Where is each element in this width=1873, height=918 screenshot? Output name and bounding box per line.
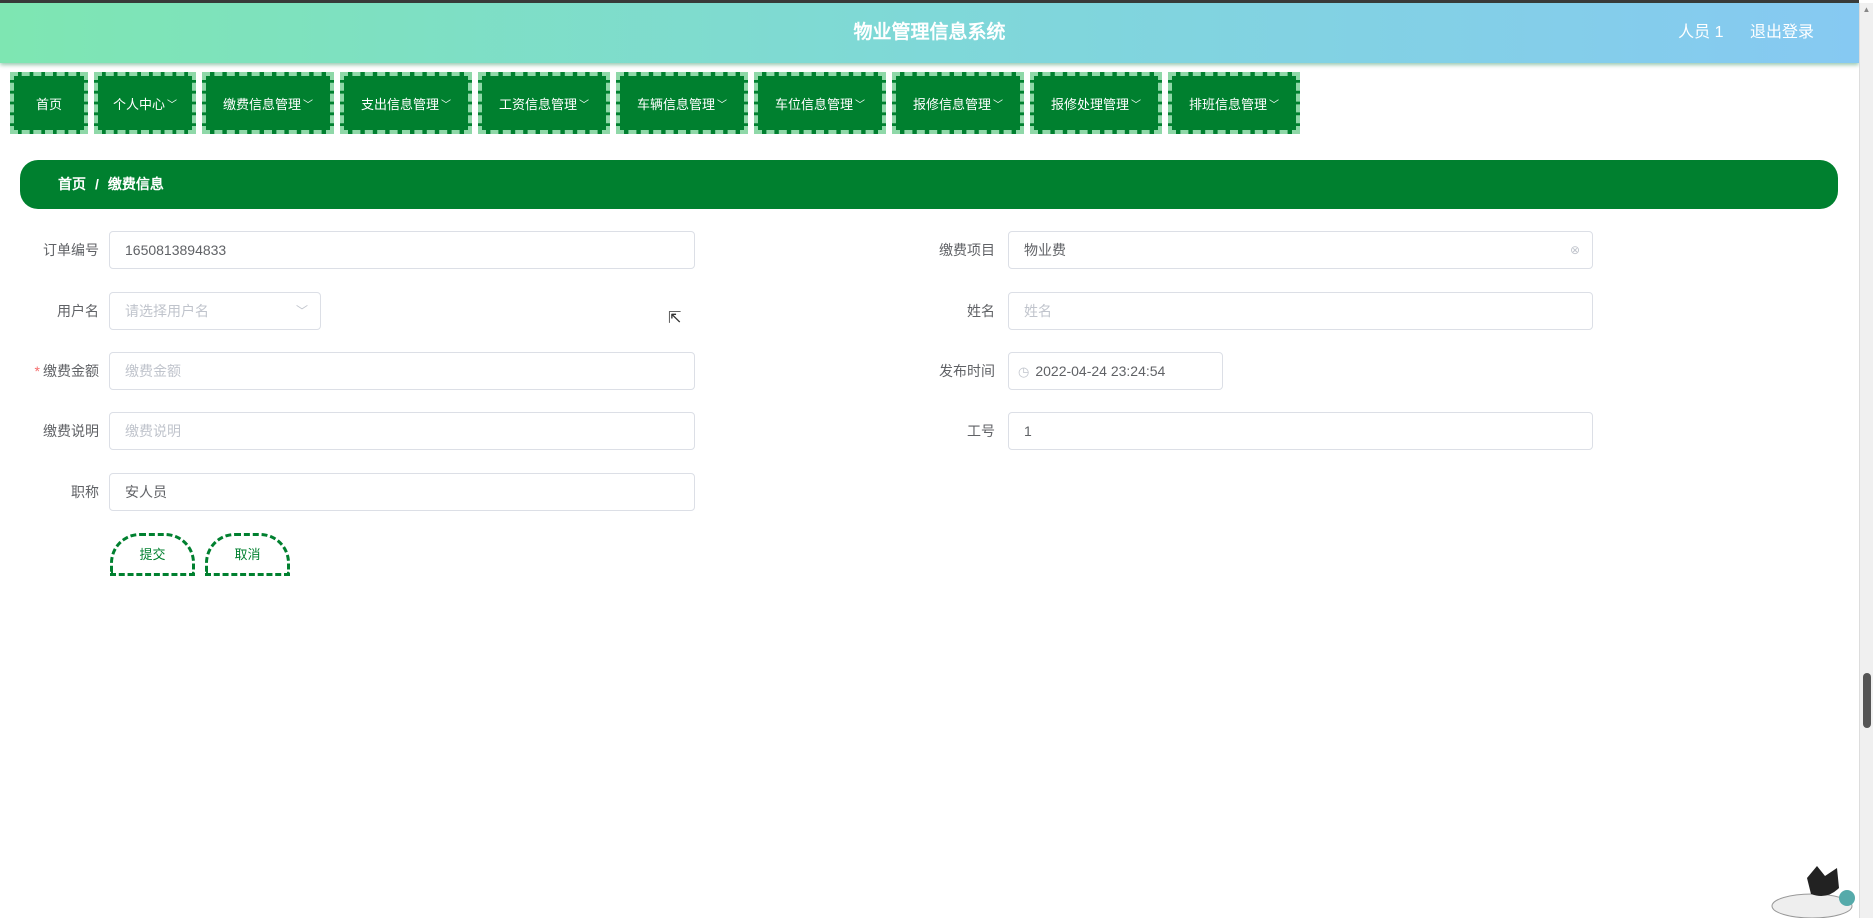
nav-label: 支出信息管理 bbox=[360, 96, 439, 112]
title-value: 安人员 bbox=[125, 484, 167, 500]
amount-label-text: 缴费金额 bbox=[43, 363, 99, 379]
nav-label: 车位信息管理 bbox=[774, 96, 853, 112]
name-placeholder: 姓名 bbox=[1024, 303, 1052, 319]
item-label: 缴费项目 bbox=[939, 242, 995, 258]
nav-label: 首页 bbox=[35, 96, 62, 112]
submit-button[interactable]: 提交 bbox=[110, 533, 195, 576]
required-mark: * bbox=[34, 363, 40, 379]
order-no-input[interactable]: 1650813894833 bbox=[109, 231, 695, 269]
logout-link[interactable]: 退出登录 bbox=[1750, 24, 1814, 41]
scrollbar-thumb[interactable] bbox=[1863, 673, 1871, 728]
nav-label: 工资信息管理 bbox=[498, 96, 577, 112]
breadcrumb-current: 缴费信息 bbox=[107, 176, 164, 192]
name-label: 姓名 bbox=[967, 303, 995, 319]
chevron-down-icon: ﹀ bbox=[167, 99, 177, 111]
nav-schedule-info[interactable]: 排班信息管理 ﹀ bbox=[1168, 72, 1300, 134]
chevron-down-icon: ﹀ bbox=[441, 99, 451, 111]
username-placeholder: 请选择用户名 bbox=[125, 303, 209, 319]
chevron-down-icon: ﹀ bbox=[579, 99, 589, 111]
item-value: 物业费 bbox=[1024, 242, 1066, 258]
nav-parking-info[interactable]: 车位信息管理 ﹀ bbox=[754, 72, 886, 134]
order-no-value: 1650813894833 bbox=[125, 242, 227, 258]
nav-home[interactable]: 首页 bbox=[10, 72, 88, 134]
description-input[interactable]: 缴费说明 bbox=[109, 412, 695, 450]
nav-vehicle-info[interactable]: 车辆信息管理 ﹀ bbox=[616, 72, 748, 134]
current-user: 人员 1 bbox=[1678, 24, 1724, 41]
chevron-down-icon: ﹀ bbox=[855, 99, 865, 111]
order-no-label: 订单编号 bbox=[43, 242, 99, 258]
mouse-cursor: ⇱ bbox=[668, 310, 682, 327]
mascot-image bbox=[1771, 866, 1855, 918]
description-label: 缴费说明 bbox=[43, 423, 99, 439]
username-select[interactable]: 请选择用户名 ﹀ bbox=[109, 292, 321, 330]
nav-personal-center[interactable]: 个人中心 ﹀ bbox=[94, 72, 196, 134]
clock-icon: ◷ bbox=[1018, 364, 1030, 379]
nav-payment-info[interactable]: 缴费信息管理 ﹀ bbox=[202, 72, 334, 134]
amount-label: * 缴费金额 bbox=[20, 352, 99, 390]
nav-repair-handling[interactable]: 报修处理管理 ﹀ bbox=[1030, 72, 1162, 134]
description-placeholder: 缴费说明 bbox=[125, 423, 181, 439]
scrollbar[interactable]: ▲ bbox=[1859, 3, 1873, 918]
chevron-down-icon: ﹀ bbox=[303, 99, 313, 111]
nav-salary-info[interactable]: 工资信息管理 ﹀ bbox=[478, 72, 610, 134]
chevron-down-icon: ﹀ bbox=[295, 304, 308, 318]
nav-repair-info[interactable]: 报修信息管理 ﹀ bbox=[892, 72, 1024, 134]
breadcrumb-separator: / bbox=[95, 176, 99, 192]
nav-label: 报修处理管理 bbox=[1050, 96, 1129, 112]
nav-label: 车辆信息管理 bbox=[636, 96, 715, 112]
name-input[interactable]: 姓名 bbox=[1008, 292, 1593, 330]
chevron-down-icon: ﹀ bbox=[717, 99, 727, 111]
username-label: 用户名 bbox=[57, 303, 99, 319]
publish-time-label: 发布时间 bbox=[939, 363, 995, 379]
amount-input[interactable]: 缴费金额 bbox=[109, 352, 695, 390]
amount-placeholder: 缴费金额 bbox=[125, 363, 181, 379]
chevron-down-icon: ﹀ bbox=[1269, 99, 1279, 111]
nav-label: 报修信息管理 bbox=[912, 96, 991, 112]
nav-label: 缴费信息管理 bbox=[222, 96, 301, 112]
app-title: 物业管理信息系统 bbox=[853, 22, 1006, 43]
job-no-label: 工号 bbox=[967, 423, 995, 439]
nav-expense-info[interactable]: 支出信息管理 ﹀ bbox=[340, 72, 472, 134]
cancel-button[interactable]: 取消 bbox=[205, 533, 290, 576]
clear-icon[interactable]: ⊗ bbox=[1570, 232, 1580, 268]
header: 物业管理信息系统 人员 1 退出登录 bbox=[0, 3, 1859, 63]
nav-label: 个人中心 bbox=[112, 96, 165, 112]
nav-label: 排班信息管理 bbox=[1188, 96, 1267, 112]
chevron-down-icon: ﹀ bbox=[1131, 99, 1141, 111]
scroll-up-icon[interactable]: ▲ bbox=[1860, 5, 1873, 14]
breadcrumb: 首页 / 缴费信息 bbox=[20, 160, 1838, 209]
main-nav: 首页 个人中心 ﹀ 缴费信息管理 ﹀ 支出信息管理 ﹀ 工资信息管理 ﹀ 车辆信息管理 ﹀… bbox=[10, 72, 1300, 134]
title-label: 职称 bbox=[71, 484, 99, 500]
title-input[interactable]: 安人员 bbox=[109, 473, 695, 511]
chevron-down-icon: ﹀ bbox=[993, 99, 1003, 111]
breadcrumb-home[interactable]: 首页 bbox=[58, 176, 86, 192]
publish-time-picker[interactable]: ◷ 2022-04-24 23:24:54 bbox=[1008, 352, 1223, 390]
publish-time-value: 2022-04-24 23:24:54 bbox=[1035, 363, 1166, 379]
item-input[interactable]: 物业费 ⊗ bbox=[1008, 231, 1593, 269]
job-no-value: 1 bbox=[1024, 423, 1032, 439]
job-no-input[interactable]: 1 bbox=[1008, 412, 1593, 450]
